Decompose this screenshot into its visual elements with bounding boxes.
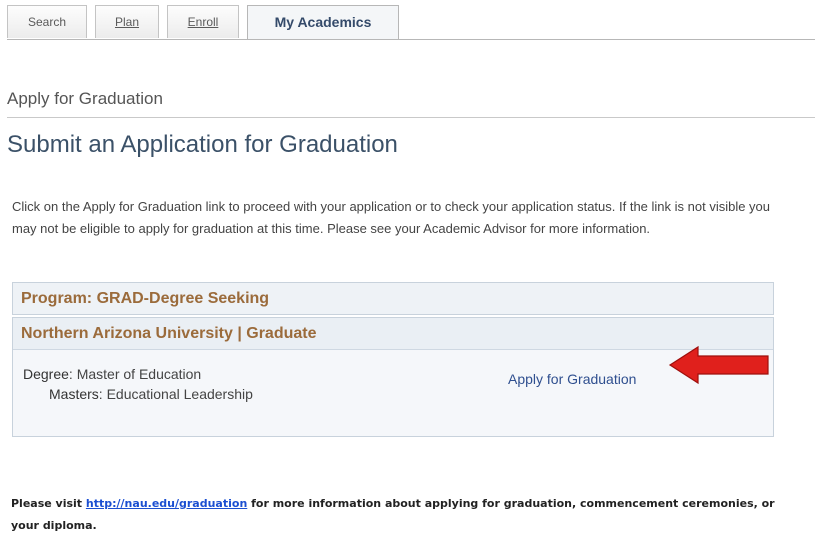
program-header: Program: GRAD-Degree Seeking <box>21 290 270 307</box>
intro-text: Click on the Apply for Graduation link t… <box>12 199 771 236</box>
masters-value: : Educational Leadership <box>98 386 253 402</box>
tab-enroll-label: Enroll <box>187 15 219 29</box>
section-title: Apply for Graduation <box>7 89 163 108</box>
page-title: Submit an Application for Graduation <box>7 131 398 158</box>
tab-my-academics-label: My Academics <box>274 14 372 30</box>
university-panel: Northern Arizona University | Graduate D… <box>12 317 774 437</box>
degree-line: Degree: Master of Education <box>23 366 201 382</box>
graduation-info-link[interactable]: http://nau.edu/graduation <box>86 497 247 510</box>
apply-for-graduation-link[interactable]: Apply for Graduation <box>508 371 636 387</box>
university-header: Northern Arizona University | Graduate <box>13 318 773 350</box>
degree-label: Degree <box>23 366 69 382</box>
tab-bar: Search Plan Enroll My Academics <box>7 5 815 40</box>
masters-label: Masters <box>49 386 99 402</box>
divider <box>7 117 815 118</box>
program-panel: Program: GRAD-Degree Seeking <box>12 282 774 315</box>
masters-line: Masters: Educational Leadership <box>49 386 253 402</box>
tab-search-label: Search <box>27 15 67 29</box>
tab-plan-label: Plan <box>114 15 140 29</box>
footer-note: Please visit http://nau.edu/graduation f… <box>11 493 806 537</box>
tab-search[interactable]: Search <box>7 5 87 38</box>
tab-enroll[interactable]: Enroll <box>167 5 239 38</box>
annotation-arrow-icon <box>668 345 769 385</box>
tab-plan[interactable]: Plan <box>95 5 159 38</box>
tab-my-academics[interactable]: My Academics <box>247 5 399 39</box>
degree-value: : Master of Education <box>68 366 202 382</box>
footer-prefix: Please visit <box>11 497 86 510</box>
